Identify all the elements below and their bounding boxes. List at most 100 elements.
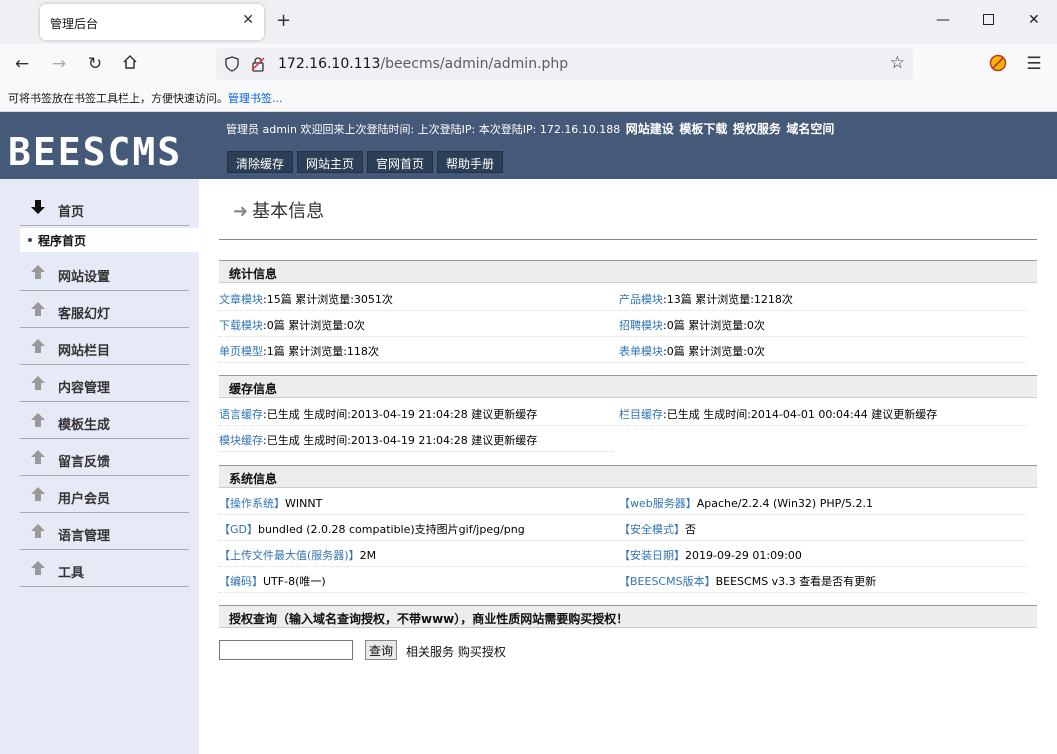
sidebar-item-label: 语言管理 (58, 529, 111, 544)
header-info: 管理员 admin 欢迎回来上次登陆时间: 上次登陆IP: 本次登陆IP: 17… (226, 120, 834, 137)
extension-icon[interactable] (986, 54, 1010, 76)
official-home-button[interactable]: 官网首页 (367, 151, 434, 173)
arrow-up-icon (31, 561, 45, 575)
sidebar-item-tools[interactable]: 工具 (20, 550, 189, 587)
system-label[interactable]: 【上传文件最大值(服务器)】 (219, 549, 360, 562)
tab-strip: 管理后台 ✕ + — ✕ (0, 0, 1057, 44)
cache-link[interactable]: 语言缓存 (219, 408, 263, 421)
bookmarks-bar: 可将书签放在书签工具栏上，方便快速访问。管理书签... (0, 85, 1057, 112)
divider (219, 239, 1037, 240)
forward-icon[interactable]: → (47, 54, 71, 76)
site-home-button[interactable]: 网站主页 (297, 151, 364, 173)
sidebar-item-site-settings[interactable]: 网站设置 (20, 254, 189, 291)
minimize-icon[interactable]: — (936, 12, 950, 28)
arrow-up-icon (31, 487, 45, 501)
cache-link[interactable]: 栏目缓存 (619, 408, 663, 421)
stats-link[interactable]: 下载模块 (219, 319, 263, 332)
page-title: ➜ 基本信息 (233, 201, 325, 222)
system-label[interactable]: 【操作系统】 (219, 497, 285, 510)
sidebar-item-label: 首页 (58, 205, 85, 220)
shield-icon[interactable] (224, 56, 240, 75)
section-system: 系统信息 (219, 465, 1037, 488)
query-links[interactable]: 相关服务 购买授权 (406, 643, 506, 660)
new-tab-button[interactable]: + (276, 10, 291, 31)
sidebar-item-site-columns[interactable]: 网站栏目 (20, 328, 189, 365)
table-row: 【操作系统】WINNT 【web服务器】Apache/2.2.4 (Win32)… (219, 489, 1025, 515)
header-buttons: 清除缓存 网站主页 官网首页 帮助手册 (227, 151, 504, 173)
admin-header: BEESCMS 管理员 admin 欢迎回来上次登陆时间: 上次登陆IP: 本次… (0, 112, 1057, 179)
stats-link[interactable]: 文章模块 (219, 293, 263, 306)
arrow-up-icon (31, 265, 45, 279)
arrow-up-icon (31, 413, 45, 427)
system-label[interactable]: 【BEESCMS版本】 (619, 575, 716, 588)
reload-icon[interactable]: ↻ (83, 54, 107, 76)
stats-link[interactable]: 产品模块 (619, 293, 663, 306)
arrow-up-icon (31, 302, 45, 316)
stats-link[interactable]: 招聘模块 (619, 319, 663, 332)
link-domain-space[interactable]: 域名空间 (786, 122, 834, 136)
system-label[interactable]: 【web服务器】 (619, 497, 697, 510)
arrow-down-icon (31, 200, 45, 214)
sidebar-item-home[interactable]: 首页 (20, 189, 189, 226)
link-auth-service[interactable]: 授权服务 (733, 122, 781, 136)
navigation-bar: ← → ↻ 172.16.10.113/beecms/admin/admin.p… (0, 44, 1057, 85)
back-icon[interactable]: ← (10, 54, 34, 76)
url-text[interactable]: 172.16.10.113/beecms/admin/admin.php (278, 56, 568, 72)
stats-link[interactable]: 单页模型 (219, 345, 263, 358)
bookmark-hint: 可将书签放在书签工具栏上，方便快速访问。 (8, 92, 228, 105)
bullet-icon (28, 238, 32, 242)
bookmark-star-icon[interactable]: ☆ (890, 53, 905, 73)
cache-link[interactable]: 模块缓存 (219, 434, 263, 447)
arrow-up-icon (31, 450, 45, 464)
logo: BEESCMS (8, 130, 183, 174)
menu-icon[interactable]: ☰ (1022, 54, 1046, 76)
sidebar-item-service-slides[interactable]: 客服幻灯 (20, 291, 189, 328)
home-icon[interactable] (118, 54, 142, 76)
table-row: 【GD】bundled (2.0.28 compatible)支持图片gif/j… (219, 515, 1025, 541)
stats-link[interactable]: 表单模块 (619, 345, 663, 358)
sidebar-subitem-label: 程序首页 (38, 234, 87, 248)
sidebar-item-label: 网站栏目 (58, 344, 111, 359)
system-label[interactable]: 【安装日期】 (619, 549, 685, 562)
tab-title: 管理后台 (50, 17, 99, 31)
system-label[interactable]: 【编码】 (219, 575, 263, 588)
help-manual-button[interactable]: 帮助手册 (437, 151, 504, 173)
sidebar-item-label: 网站设置 (58, 270, 111, 285)
browser-tab[interactable]: 管理后台 ✕ (40, 4, 264, 40)
sidebar-item-feedback[interactable]: 留言反馈 (20, 439, 189, 476)
section-auth-query: 授权查询（输入域名查询授权，不带www），商业性质网站需要购买授权！ (219, 605, 1037, 628)
arrow-up-icon (31, 376, 45, 390)
sidebar-item-template[interactable]: 模板生成 (20, 402, 189, 439)
insecure-lock-icon[interactable] (250, 56, 266, 75)
sidebar-item-label: 内容管理 (58, 381, 111, 396)
close-tab-icon[interactable]: ✕ (242, 12, 254, 28)
arrow-up-icon (31, 524, 45, 538)
table-row: 单页模型:1篇 累计浏览量:118次 表单模块:0篇 累计浏览量:0次 (219, 337, 1025, 363)
sidebar-item-languages[interactable]: 语言管理 (20, 513, 189, 550)
table-row: 【上传文件最大值(服务器)】2M 【安装日期】2019-09-29 01:09:… (219, 541, 1025, 567)
sidebar-item-label: 留言反馈 (58, 455, 111, 470)
sidebar-item-label: 工具 (58, 566, 85, 581)
maximize-icon[interactable] (983, 14, 994, 25)
arrow-right-icon: ➜ (233, 201, 249, 222)
close-window-icon[interactable]: ✕ (1028, 12, 1040, 28)
system-label[interactable]: 【GD】 (219, 523, 258, 536)
table-row: 语言缓存:已生成 生成时间:2013-04-19 21:04:28 建议更新缓存… (219, 400, 1025, 426)
domain-query-input[interactable] (219, 640, 353, 660)
sidebar-subitem-program-home[interactable]: 程序首页 (20, 228, 199, 252)
system-label[interactable]: 【安全模式】 (619, 523, 685, 536)
manage-bookmarks-link[interactable]: 管理书签... (228, 92, 283, 105)
sidebar-item-content[interactable]: 内容管理 (20, 365, 189, 402)
url-bar[interactable]: 172.16.10.113/beecms/admin/admin.php ☆ (216, 48, 913, 80)
link-template-download[interactable]: 模板下载 (679, 122, 727, 136)
section-stats: 统计信息 (219, 260, 1037, 283)
clear-cache-button[interactable]: 清除缓存 (227, 151, 294, 173)
table-row: 模块缓存:已生成 生成时间:2013-04-19 21:04:28 建议更新缓存 (219, 426, 614, 452)
query-button[interactable]: 查询 (365, 640, 398, 660)
link-site-building[interactable]: 网站建设 (626, 122, 674, 136)
table-row: 【编码】UTF-8(唯一) 【BEESCMS版本】BEESCMS v3.3 查看… (219, 567, 1025, 593)
table-row: 下载模块:0篇 累计浏览量:0次 招聘模块:0篇 累计浏览量:0次 (219, 311, 1025, 337)
sidebar-item-users[interactable]: 用户会员 (20, 476, 189, 513)
sidebar: 首页 程序首页 网站设置 客服幻灯 网站栏目 内容管理 模板生成 留言反馈 用户… (0, 179, 199, 754)
sidebar-item-label: 客服幻灯 (58, 307, 111, 322)
